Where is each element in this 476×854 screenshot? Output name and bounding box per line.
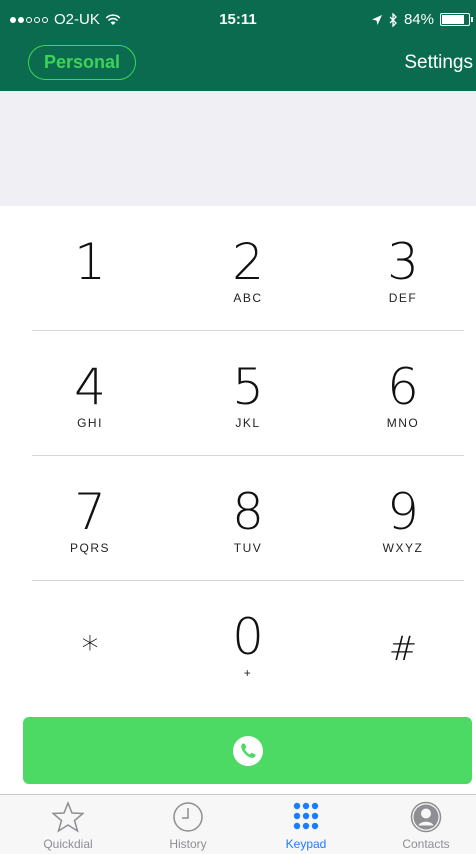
keypad-row: * 0 + #: [0, 581, 476, 706]
tab-contacts[interactable]: Contacts: [378, 801, 474, 851]
key-digit: 3: [387, 233, 419, 291]
clock-icon: [173, 802, 203, 832]
tab-keypad[interactable]: Keypad: [258, 801, 354, 851]
key-digit: 0: [232, 608, 264, 666]
bluetooth-icon: [389, 12, 397, 27]
key-1[interactable]: 1: [20, 206, 160, 331]
keypad-row: 7 PQRS 8 TUV 9 WXYZ: [0, 456, 476, 581]
key-4[interactable]: 4 GHI: [20, 331, 160, 456]
tab-label: History: [169, 837, 207, 851]
tab-label: Keypad: [285, 837, 327, 851]
star-icon: [52, 801, 84, 833]
call-button[interactable]: [23, 717, 472, 784]
battery-fill: [442, 15, 464, 24]
account-personal-button[interactable]: Personal: [28, 45, 136, 80]
key-5[interactable]: 5 JKL: [178, 331, 318, 456]
key-letters: DEF: [388, 291, 418, 305]
battery-percentage: 84%: [403, 11, 434, 28]
tab-quickdial[interactable]: Quickdial: [20, 801, 116, 851]
tab-label: Contacts: [402, 837, 450, 851]
key-8[interactable]: 8 TUV: [178, 456, 318, 581]
key-2[interactable]: 2 ABC: [178, 206, 318, 331]
key-digit: *: [81, 629, 99, 669]
contact-icon: [410, 801, 442, 833]
key-hash[interactable]: #: [333, 581, 473, 706]
status-right: 84%: [371, 11, 473, 28]
location-arrow-icon: [371, 14, 382, 25]
key-6[interactable]: 6 MNO: [333, 331, 473, 456]
keypad-row: 4 GHI 5 JKL 6 MNO: [0, 331, 476, 456]
tab-label: Quickdial: [43, 837, 93, 851]
key-digit: 7: [74, 483, 106, 541]
key-letters: MNO: [386, 416, 420, 430]
key-7[interactable]: 7 PQRS: [20, 456, 160, 581]
key-digit: 6: [387, 358, 419, 416]
key-9[interactable]: 9 WXYZ: [333, 456, 473, 581]
key-digit: 2: [232, 233, 264, 291]
key-3[interactable]: 3 DEF: [333, 206, 473, 331]
settings-button[interactable]: Settings: [404, 52, 473, 74]
key-letters: WXYZ: [382, 541, 424, 555]
key-digit: 8: [232, 483, 264, 541]
key-letters: JKL: [235, 416, 261, 430]
keypad-row: 1 2 ABC 3 DEF: [0, 206, 476, 331]
key-digit: 9: [387, 483, 419, 541]
key-letters: TUV: [233, 541, 263, 555]
status-bar: O2-UK 15:11 84%: [0, 0, 476, 40]
tab-history[interactable]: History: [140, 801, 236, 851]
key-digit: 5: [232, 358, 264, 416]
key-letters: PQRS: [69, 541, 110, 555]
battery-icon: [440, 13, 473, 26]
keypad-icon: [293, 802, 319, 830]
key-digit: 1: [74, 233, 106, 291]
dial-keypad: 1 2 ABC 3 DEF 4 GHI 5 JKL 6 MNO 7 PQRS 8…: [0, 206, 476, 706]
key-letters: ABC: [233, 291, 263, 305]
key-letters: GHI: [77, 416, 103, 430]
key-star[interactable]: *: [20, 581, 160, 706]
app-header: O2-UK 15:11 84% Personal Settings: [0, 0, 476, 91]
tab-bar: Quickdial History Keypad Contacts: [0, 794, 476, 854]
number-display: [0, 91, 476, 206]
key-0[interactable]: 0 +: [178, 581, 318, 706]
key-digit: 4: [74, 358, 106, 416]
key-digit: #: [388, 629, 418, 669]
key-letters: +: [243, 666, 253, 680]
phone-icon: [232, 735, 263, 766]
